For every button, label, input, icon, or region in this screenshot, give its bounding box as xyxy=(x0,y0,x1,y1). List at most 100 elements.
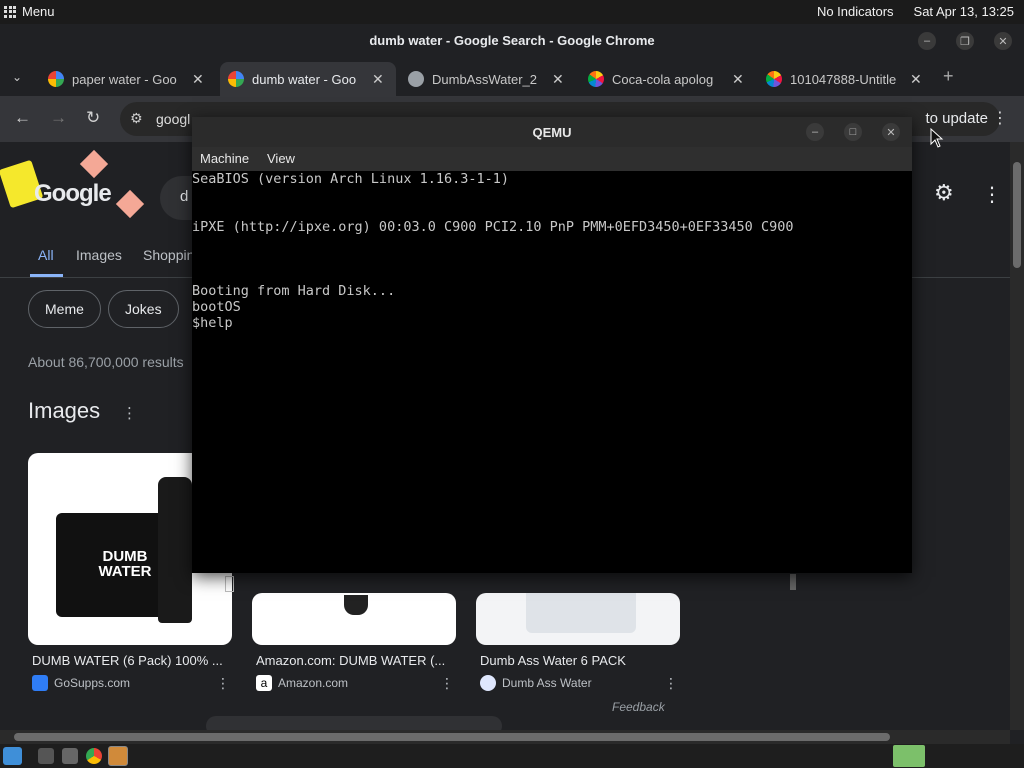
window-title: dumb water - Google Search - Google Chro… xyxy=(369,33,655,48)
restore-button[interactable]: ❐ xyxy=(956,32,974,50)
chip-meme[interactable]: Meme xyxy=(28,290,101,328)
source-label: Amazon.com xyxy=(278,676,349,690)
image-card-title[interactable]: Dumb Ass Water 6 PACK xyxy=(480,653,626,668)
feedback-link[interactable]: Feedback xyxy=(612,700,665,714)
close-tab-icon[interactable]: ✕ xyxy=(372,71,384,88)
forward-icon[interactable]: → xyxy=(50,108,67,128)
console-line: iPXE (http://ipxe.org) 00:03.0 C900 PCI2… xyxy=(192,219,794,235)
chip-label: Meme xyxy=(45,301,84,317)
show-desktop-icon[interactable] xyxy=(3,747,22,765)
file-manager-icon[interactable] xyxy=(38,748,54,764)
tab-dumb-water[interactable]: dumb water - Goo ✕ xyxy=(220,62,396,96)
system-menu-button[interactable]: Menu xyxy=(4,4,55,19)
bottle-image xyxy=(158,477,192,623)
close-tab-icon[interactable]: ✕ xyxy=(552,71,564,88)
site-info-icon[interactable]: ⚙ xyxy=(130,110,143,127)
vertical-scrollbar[interactable] xyxy=(1010,142,1024,730)
text-cursor-artifact xyxy=(225,576,234,592)
nbc-icon xyxy=(588,71,604,87)
terminal-icon[interactable] xyxy=(62,748,78,764)
tab-dumbasswater[interactable]: DumbAssWater_2 ✕ xyxy=(400,62,576,96)
bandage-doodle-icon xyxy=(115,189,145,219)
more-menu-icon[interactable]: ⋮ xyxy=(992,108,1008,128)
chrome-icon[interactable] xyxy=(86,748,102,764)
nav-tab-images[interactable]: Images xyxy=(76,247,122,263)
qemu-close-button[interactable]: ✕ xyxy=(882,123,900,141)
qemu-maximize-button[interactable]: □ xyxy=(844,123,862,141)
close-tab-icon[interactable]: ✕ xyxy=(192,71,204,88)
google-logo[interactable]: Google xyxy=(34,180,112,208)
qemu-window[interactable]: QEMU – □ ✕ Machine View SeaBIOS (version… xyxy=(192,117,912,573)
chevron-down-icon: ⌄ xyxy=(12,70,23,84)
amazon-icon: a xyxy=(256,675,272,691)
horizontal-scrollbar[interactable] xyxy=(0,730,1010,744)
reload-icon[interactable]: ↻ xyxy=(86,108,100,128)
google-icon xyxy=(48,71,64,87)
console-line: Booting from Hard Disk... xyxy=(192,283,396,299)
tab-coca-cola[interactable]: Coca-cola apolog ✕ xyxy=(580,62,756,96)
settings-gear-icon[interactable]: ⚙ xyxy=(934,180,954,206)
system-menu-label: Menu xyxy=(22,4,55,19)
image-card-source[interactable]: a Amazon.com xyxy=(256,675,348,691)
console-line: SeaBIOS (version Arch Linux 1.16.3-1-1) xyxy=(192,171,509,187)
chrome-title-bar: dumb water - Google Search - Google Chro… xyxy=(0,24,1024,58)
tab-paper-water[interactable]: paper water - Goo ✕ xyxy=(40,62,216,96)
close-tab-icon[interactable]: ✕ xyxy=(910,71,922,88)
more-results-button[interactable] xyxy=(206,716,502,730)
card-more-icon[interactable]: ⋮ xyxy=(664,675,678,692)
new-tab-button[interactable]: + xyxy=(943,66,954,87)
close-tab-icon[interactable]: ✕ xyxy=(732,71,744,88)
workspace-indicator-icon[interactable] xyxy=(893,745,925,767)
gosupps-icon xyxy=(32,675,48,691)
clock[interactable]: Sat Apr 13, 13:25 xyxy=(914,4,1014,19)
update-label[interactable]: to update xyxy=(925,110,988,127)
qemu-title-bar[interactable]: QEMU – □ ✕ xyxy=(192,117,912,147)
nav-tab-shopping[interactable]: Shoppin xyxy=(143,247,194,263)
mouse-pointer-icon xyxy=(930,128,944,148)
result-stats: About 86,700,000 results xyxy=(28,354,184,370)
bottle-pack-image xyxy=(526,593,636,633)
qemu-title: QEMU xyxy=(532,125,572,140)
console-line: bootOS xyxy=(192,299,241,315)
qemu-console[interactable]: SeaBIOS (version Arch Linux 1.16.3-1-1) … xyxy=(192,171,912,573)
tab-label: DumbAssWater_2 xyxy=(432,71,537,87)
tab-untitled[interactable]: 101047888-Untitle ✕ xyxy=(758,62,934,96)
image-card-3[interactable] xyxy=(476,593,680,645)
system-top-bar: Menu No Indicators Sat Apr 13, 13:25 xyxy=(0,0,1024,24)
tab-label: paper water - Goo xyxy=(72,71,177,87)
google-apps-icon[interactable]: ⋮⋮ xyxy=(982,182,1010,207)
qemu-menu-bar: Machine View xyxy=(192,147,912,171)
minimize-button[interactable]: – xyxy=(918,32,936,50)
image-card-2[interactable] xyxy=(252,593,456,645)
card-more-icon[interactable]: ⋮ xyxy=(440,675,454,692)
tab-search-button[interactable]: ⌄ xyxy=(12,70,22,84)
indicators-label[interactable]: No Indicators xyxy=(817,4,894,19)
back-icon[interactable]: ← xyxy=(14,108,31,128)
product-text: DUMB WATER xyxy=(98,548,152,580)
globe-icon xyxy=(480,675,496,691)
image-card-source[interactable]: GoSupps.com xyxy=(32,675,130,691)
close-button[interactable]: ✕ xyxy=(994,32,1012,50)
scroll-artifact xyxy=(790,574,796,590)
globe-icon xyxy=(408,71,424,87)
qemu-minimize-button[interactable]: – xyxy=(806,123,824,141)
taskbar xyxy=(0,744,1024,768)
menu-machine[interactable]: Machine xyxy=(200,151,249,166)
qemu-taskbar-icon[interactable] xyxy=(108,746,128,766)
chip-jokes[interactable]: Jokes xyxy=(108,290,179,328)
nav-tab-all[interactable]: All xyxy=(38,247,54,263)
card-more-icon[interactable]: ⋮ xyxy=(216,675,230,692)
vertical-scroll-thumb[interactable] xyxy=(1013,162,1021,268)
image-card-title[interactable]: Amazon.com: DUMB WATER (... xyxy=(256,653,445,668)
tab-label: dumb water - Goo xyxy=(252,71,357,87)
search-text: d xyxy=(180,188,189,205)
menu-view[interactable]: View xyxy=(267,151,295,166)
horizontal-scroll-thumb[interactable] xyxy=(14,733,890,741)
tab-label: Coca-cola apolog xyxy=(612,71,714,87)
tab-label: 101047888-Untitle xyxy=(790,71,897,87)
url-text: googl xyxy=(156,111,191,127)
image-card-source[interactable]: Dumb Ass Water xyxy=(480,675,592,691)
chip-label: Jokes xyxy=(125,301,162,317)
images-more-icon[interactable]: ⋮ xyxy=(122,404,137,422)
image-card-title[interactable]: DUMB WATER (6 Pack) 100% ... xyxy=(32,653,223,668)
